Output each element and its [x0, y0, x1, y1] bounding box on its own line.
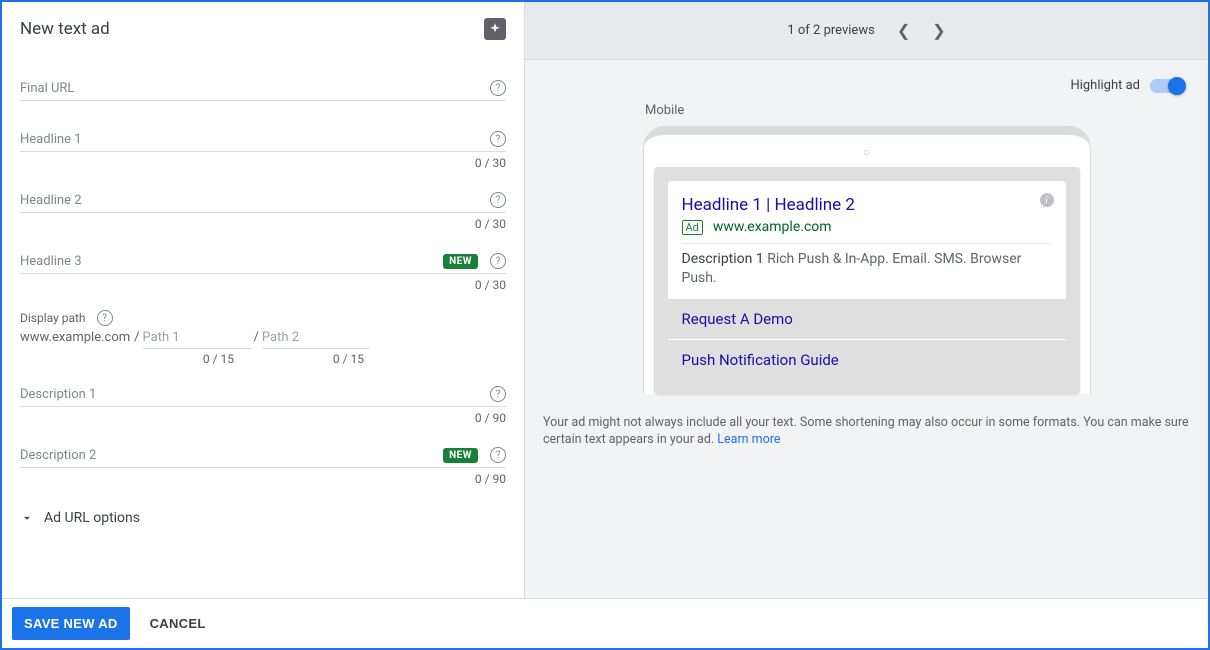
- ad-form-panel: New text ad Final URL ? Headline 1 ? 0 /…: [2, 2, 525, 598]
- description2-field[interactable]: Description 2 NEW ?: [20, 437, 506, 468]
- device-speaker-icon: ○: [654, 145, 1080, 159]
- preview-prev-button[interactable]: ❮: [897, 21, 910, 40]
- help-icon[interactable]: ?: [490, 80, 506, 96]
- help-icon[interactable]: ?: [490, 131, 506, 147]
- help-icon[interactable]: ?: [490, 253, 506, 269]
- display-path-section: Display path ? www.example.com / Path 1 …: [20, 304, 506, 376]
- help-icon[interactable]: ?: [97, 310, 113, 326]
- page-title: New text ad: [20, 19, 110, 39]
- learn-more-link[interactable]: Learn more: [717, 432, 780, 447]
- ad-sitelink[interactable]: Push Notification Guide: [668, 339, 1066, 380]
- headline1-label: Headline 1: [20, 132, 82, 147]
- cancel-button[interactable]: CANCEL: [150, 616, 206, 631]
- description1-label: Description 1: [20, 387, 96, 402]
- new-badge: NEW: [443, 448, 478, 463]
- path2-input[interactable]: Path 2: [262, 330, 370, 349]
- save-new-ad-button[interactable]: SAVE NEW AD: [12, 607, 130, 640]
- display-path-domain: www.example.com: [20, 330, 130, 345]
- new-badge: NEW: [443, 254, 478, 269]
- headline2-label: Headline 2: [20, 193, 82, 208]
- help-icon[interactable]: ?: [490, 192, 506, 208]
- mobile-device-frame: ○ i Headline 1 | Headline 2 Ad www.examp…: [643, 126, 1091, 394]
- highlight-ad-toggle[interactable]: [1150, 79, 1184, 93]
- preview-disclaimer: Your ad might not always include all you…: [525, 394, 1208, 449]
- path1-input[interactable]: Path 1: [143, 330, 251, 349]
- display-path-label: Display path: [20, 311, 86, 325]
- preview-counter: 1 of 2 previews: [787, 23, 874, 38]
- ad-sitelink[interactable]: Request A Demo: [668, 298, 1066, 339]
- headline1-field[interactable]: Headline 1 ?: [20, 121, 506, 152]
- path1-counter: 0 / 15: [20, 352, 254, 366]
- ad-url-options-label: Ad URL options: [44, 510, 140, 526]
- description1-field[interactable]: Description 1 ?: [20, 376, 506, 407]
- help-icon[interactable]: ?: [490, 447, 506, 463]
- path2-counter: 0 / 15: [254, 352, 364, 366]
- ad-headline: Headline 1 | Headline 2: [682, 195, 1052, 215]
- headline2-counter: 0 / 30: [20, 213, 506, 243]
- description2-label: Description 2: [20, 448, 96, 463]
- headline2-field[interactable]: Headline 2 ?: [20, 182, 506, 213]
- chevron-down-icon: [20, 511, 34, 525]
- headline3-field[interactable]: Headline 3 NEW ?: [20, 243, 506, 274]
- preview-header: 1 of 2 previews ❮ ❯: [525, 2, 1208, 60]
- description2-counter: 0 / 90: [20, 468, 506, 498]
- preview-panel: 1 of 2 previews ❮ ❯ Highlight ad Mobile …: [525, 2, 1208, 598]
- headline3-counter: 0 / 30: [20, 274, 506, 304]
- help-icon[interactable]: ?: [490, 386, 506, 402]
- ad-url-options-toggle[interactable]: Ad URL options: [20, 498, 506, 538]
- footer-actions: SAVE NEW AD CANCEL: [2, 598, 1208, 648]
- ad-preview-card: i Headline 1 | Headline 2 Ad www.example…: [668, 181, 1066, 298]
- ad-badge: Ad: [682, 220, 703, 235]
- description1-counter: 0 / 90: [20, 407, 506, 437]
- ad-description: Description 1 Rich Push & In-App. Email.…: [682, 250, 1052, 288]
- ad-display-url: www.example.com: [713, 219, 832, 235]
- info-icon[interactable]: i: [1040, 193, 1054, 207]
- final-url-label: Final URL: [20, 81, 74, 96]
- preview-device-label: Mobile: [525, 103, 1208, 118]
- final-url-field[interactable]: Final URL ?: [20, 70, 506, 101]
- headline1-counter: 0 / 30: [20, 152, 506, 182]
- spark-icon[interactable]: [484, 18, 506, 40]
- highlight-ad-label: Highlight ad: [1070, 78, 1140, 93]
- headline3-label: Headline 3: [20, 254, 82, 269]
- preview-next-button[interactable]: ❯: [932, 21, 945, 40]
